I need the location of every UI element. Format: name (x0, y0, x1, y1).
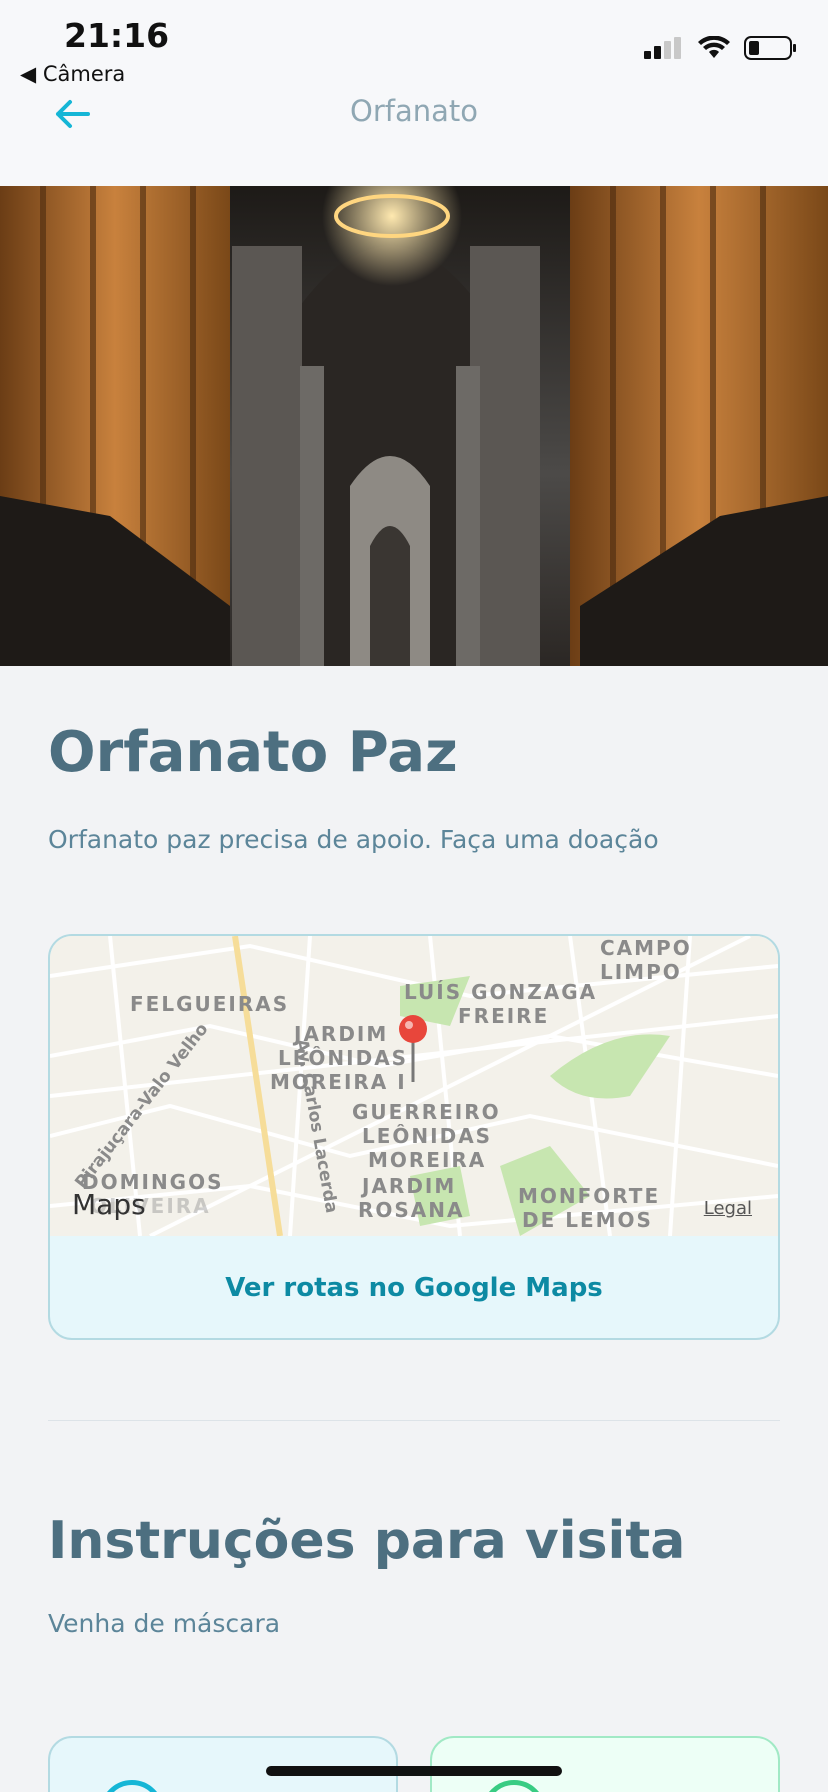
clock-icon (100, 1780, 164, 1792)
map-label: JARDIM (362, 1174, 457, 1198)
status-time: 21:16 (64, 16, 170, 55)
legal-link[interactable]: Legal (704, 1198, 752, 1219)
map-label: MONFORTE (518, 1184, 661, 1208)
map-preview[interactable]: CAMPO LIMPO LUÍS GONZAGA FREIRE FELGUEIR… (50, 936, 778, 1236)
orphanage-name: Orfanato Paz (48, 720, 458, 785)
map-label: GUERREIRO (352, 1100, 501, 1124)
info-icon (482, 1780, 546, 1792)
maps-provider: Maps (72, 1188, 146, 1221)
orphanage-about: Orfanato paz precisa de apoio. Faça uma … (48, 825, 659, 854)
visit-instructions-title: Instruções para visita (48, 1511, 686, 1571)
app-header: Orfanato (0, 90, 828, 186)
map-label: FREIRE (458, 1004, 550, 1028)
orphanage-photo (0, 186, 828, 666)
map-label: MOREIRA (368, 1148, 487, 1172)
map-label: DE LEMOS (522, 1208, 653, 1232)
wifi-icon (698, 36, 730, 58)
status-icons (644, 36, 798, 60)
header-title: Orfanato (350, 94, 478, 128)
map-label: FELGUEIRAS (130, 992, 290, 1016)
map-label: CAMPO LIMPO (600, 936, 692, 984)
maps-attribution: Maps (72, 1188, 146, 1221)
orphanage-details: Orfanato Paz Orfanato paz precisa de apo… (48, 666, 780, 1638)
google-maps-routes-link[interactable]: Ver rotas no Google Maps (50, 1236, 778, 1338)
map-label: ROSANA (358, 1198, 465, 1222)
weekends-card (430, 1736, 780, 1792)
map-card[interactable]: CAMPO LIMPO LUÍS GONZAGA FREIRE FELGUEIR… (48, 934, 780, 1340)
back-to-app-link[interactable]: ◀ Câmera (20, 62, 125, 86)
map-label: LEÔNIDAS (362, 1124, 493, 1148)
info-cards (48, 1736, 780, 1792)
map-label: LUÍS GONZAGA (404, 980, 598, 1004)
map-label: MOREIRA I (270, 1070, 407, 1094)
location-pin-icon (399, 1015, 427, 1082)
section-divider (48, 1420, 780, 1421)
visit-instructions-text: Venha de máscara (48, 1609, 281, 1638)
battery-icon (744, 36, 796, 60)
home-indicator (266, 1766, 562, 1776)
cellular-signal-icon (644, 37, 681, 59)
hours-card (48, 1736, 398, 1792)
status-bar: 21:16 ◀ Câmera (0, 0, 828, 90)
